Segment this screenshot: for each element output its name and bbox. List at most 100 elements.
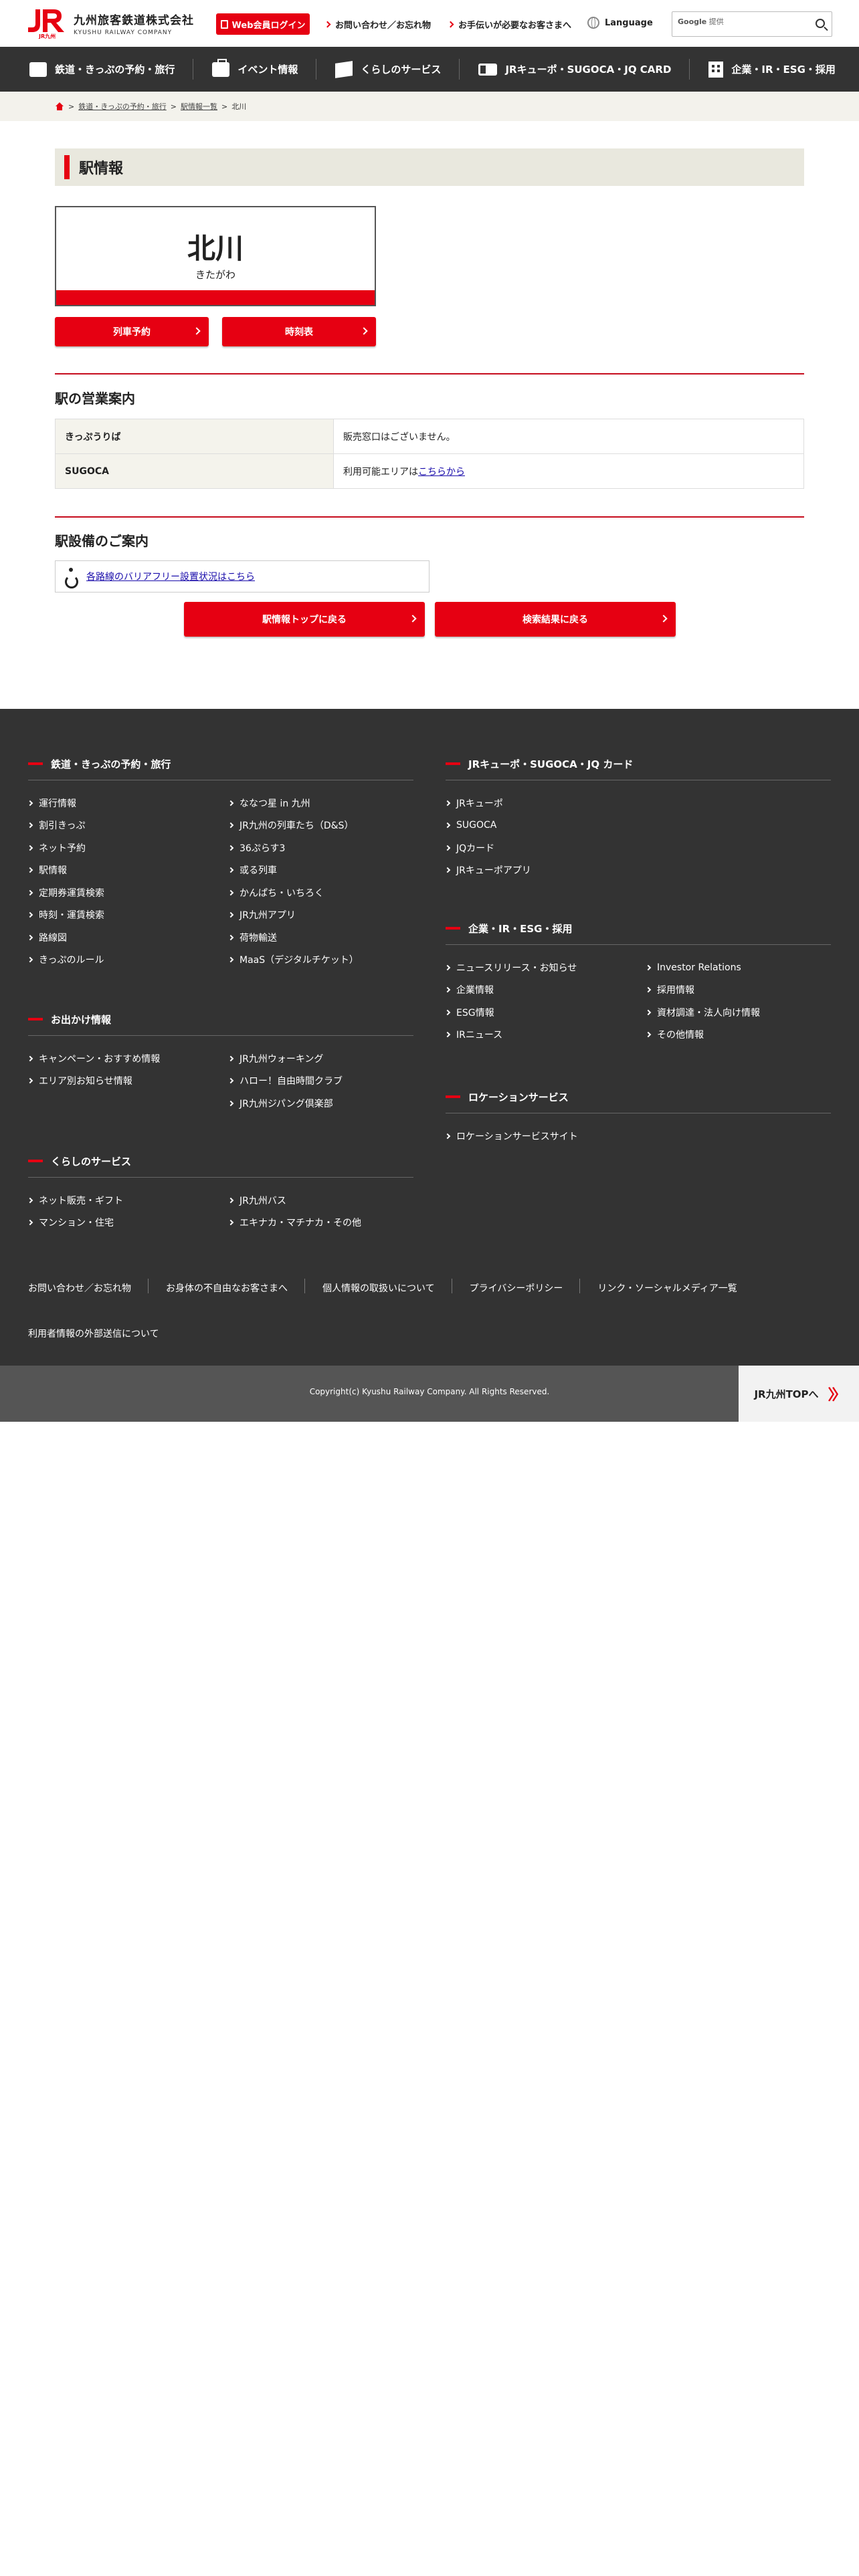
chevron-right-icon bbox=[409, 615, 417, 623]
footer-link[interactable]: JRキューポ bbox=[444, 792, 531, 815]
logo-company-name-en: KYUSHU RAILWAY COMPANY bbox=[74, 29, 173, 36]
footer-link[interactable]: 路線図 bbox=[27, 926, 104, 949]
footer-link[interactable]: かんぱち・いちろく bbox=[227, 881, 359, 904]
search-icon[interactable] bbox=[816, 19, 825, 28]
footer-link[interactable]: 採用情報 bbox=[645, 979, 760, 1002]
footer-link[interactable]: JR九州バス bbox=[227, 1189, 361, 1212]
nav-label: 企業・IR・ESG・採用 bbox=[731, 64, 836, 76]
footer-link[interactable]: ロケーションサービスサイト bbox=[444, 1125, 578, 1148]
sugoca-area-link[interactable]: こちらから bbox=[418, 467, 465, 477]
footer-link[interactable]: 割引きっぷ bbox=[27, 815, 104, 837]
footer-link-label: ESG情報 bbox=[456, 1007, 494, 1018]
search-input[interactable]: Google 提供 bbox=[678, 16, 724, 27]
nav-events[interactable]: イベント情報 bbox=[193, 47, 317, 92]
footer-bottom-link[interactable]: プライバシーポリシー bbox=[452, 1279, 581, 1295]
footer-link-label: 運行情報 bbox=[39, 798, 76, 809]
footer-link[interactable]: 運行情報 bbox=[27, 792, 104, 815]
breadcrumb: > 鉄道・きっぷの予約・旅行 > 駅情報一覧 > 北川 bbox=[0, 92, 859, 121]
footer-link[interactable]: JR九州ウォーキング bbox=[227, 1047, 343, 1070]
crumb-separator: > bbox=[68, 102, 75, 111]
assistance-link[interactable]: お手伝いが必要なお客さまへ bbox=[447, 18, 571, 31]
train-reservation-button[interactable]: 列車予約 bbox=[55, 317, 209, 346]
nav-living-services[interactable]: くらしのサービス bbox=[316, 47, 460, 92]
footer-link[interactable]: 時刻・運賃検索 bbox=[27, 904, 104, 927]
web-member-login-button[interactable]: Web会員ログイン bbox=[216, 13, 310, 35]
nav-rail-travel[interactable]: 鉄道・きっぷの予約・旅行 bbox=[11, 47, 194, 92]
footer-link[interactable]: SUGOCA bbox=[444, 815, 531, 837]
chevron-right-icon bbox=[444, 823, 451, 829]
footer-external-transmission-link[interactable]: 利用者情報の外部送信について bbox=[28, 1327, 159, 1340]
footer-link[interactable]: MaaS（デジタルチケット） bbox=[227, 949, 359, 972]
footer-link[interactable]: 或る列車 bbox=[227, 859, 359, 882]
footer-link[interactable]: JRキューポアプリ bbox=[444, 859, 531, 882]
footer-link[interactable]: ななつ星 in 九州 bbox=[227, 792, 359, 815]
footer-link[interactable]: Investor Relations bbox=[645, 956, 760, 979]
login-label: Web会員ログイン bbox=[231, 20, 306, 31]
station-name-board: 北川 きたがわ bbox=[55, 206, 376, 306]
station-board-stripe bbox=[56, 290, 375, 305]
footer-link[interactable]: マンション・住宅 bbox=[27, 1212, 123, 1235]
back-to-station-top-button[interactable]: 駅情報トップに戻る bbox=[184, 602, 425, 637]
footer-link[interactable]: JR九州ジパング倶楽部 bbox=[227, 1092, 343, 1115]
footer-bottom-links: お問い合わせ／お忘れ物 お身体の不自由なお客さまへ 個人情報の取扱いについて プ… bbox=[28, 1279, 755, 1295]
footer-link[interactable]: エキナカ・マチナカ・その他 bbox=[227, 1212, 361, 1235]
footer-bottom-link[interactable]: 個人情報の取扱いについて bbox=[305, 1279, 452, 1295]
footer-bottom-link[interactable]: お身体の不自由なお客さまへ bbox=[149, 1279, 305, 1295]
language-selector[interactable]: Language bbox=[587, 17, 653, 29]
footer-link[interactable]: JR九州の列車たち（D&S） bbox=[227, 815, 359, 837]
footer-link[interactable]: ネット販売・ギフト bbox=[27, 1189, 123, 1212]
chevron-right-icon bbox=[27, 800, 33, 806]
section-dash bbox=[446, 1095, 460, 1098]
footer-section-title: 企業・IR・ESG・採用 bbox=[468, 922, 573, 935]
footer-link[interactable]: キャンペーン・おすすめ情報 bbox=[27, 1047, 160, 1070]
chevron-right-icon bbox=[27, 889, 33, 895]
footer-link[interactable]: エリア別お知らせ情報 bbox=[27, 1070, 160, 1093]
section-dash bbox=[28, 1160, 43, 1162]
jr-kyushu-top-button[interactable]: JR九州TOPへ 〉〉 bbox=[739, 1366, 859, 1422]
chevron-right-icon bbox=[444, 987, 451, 993]
footer-link[interactable]: 資材調達・法人向け情報 bbox=[645, 1001, 760, 1024]
footer-rail-list-1: 運行情報 割引きっぷ ネット予約 駅情報 定期券運賃検索 時刻・運賃検索 路線図… bbox=[27, 792, 104, 972]
footer-link[interactable]: 荷物輸送 bbox=[227, 926, 359, 949]
footer-link[interactable]: ネット予約 bbox=[27, 837, 104, 859]
chevron-right-icon bbox=[27, 957, 33, 963]
contact-link[interactable]: お問い合わせ／お忘れ物 bbox=[324, 18, 432, 31]
footer-link-label: Investor Relations bbox=[657, 962, 741, 973]
footer-link-label: 採用情報 bbox=[657, 985, 694, 996]
crumb-station-list[interactable]: 駅情報一覧 bbox=[181, 101, 217, 112]
footer-link[interactable]: 企業情報 bbox=[444, 979, 577, 1002]
footer-bottom-link[interactable]: リンク・ソーシャルメディア一覧 bbox=[580, 1281, 754, 1295]
crumb-rail-travel[interactable]: 鉄道・きっぷの予約・旅行 bbox=[78, 101, 167, 112]
contact-label: お問い合わせ／お忘れ物 bbox=[335, 21, 432, 31]
footer-section-title: ロケーションサービス bbox=[468, 1091, 569, 1103]
footer-link-label: ニュースリリース・お知らせ bbox=[456, 962, 577, 974]
footer-link[interactable]: JQカード bbox=[444, 837, 531, 859]
footer-link[interactable]: ハロー！自由時間クラブ bbox=[227, 1070, 343, 1093]
site-header: JR九州 九州旅客鉄道株式会社 KYUSHU RAILWAY COMPANY W… bbox=[0, 0, 859, 47]
footer-link[interactable]: ニュースリリース・お知らせ bbox=[444, 956, 577, 979]
nav-corporate[interactable]: 企業・IR・ESG・採用 bbox=[690, 47, 854, 92]
footer-link[interactable]: 駅情報 bbox=[27, 859, 104, 882]
nav-label: 鉄道・きっぷの予約・旅行 bbox=[55, 64, 175, 76]
footer-link[interactable]: ESG情報 bbox=[444, 1001, 577, 1024]
footer-living-list-2: JR九州バス エキナカ・マチナカ・その他 bbox=[227, 1189, 361, 1235]
home-icon[interactable] bbox=[55, 102, 64, 110]
chevron-right-icon bbox=[444, 1133, 451, 1139]
footer-link[interactable]: きっぷのルール bbox=[27, 949, 104, 972]
footer-link[interactable]: 定期券運賃検索 bbox=[27, 881, 104, 904]
timetable-button[interactable]: 時刻表 bbox=[222, 317, 376, 346]
footer-link[interactable]: IRニュース bbox=[444, 1024, 577, 1047]
footer-link[interactable]: JR九州アプリ bbox=[227, 904, 359, 927]
footer-link[interactable]: 36ぷらす3 bbox=[227, 837, 359, 859]
footer-link[interactable]: その他情報 bbox=[645, 1024, 760, 1047]
barrier-free-link[interactable]: 各路線のバリアフリー設置状況はこちら bbox=[86, 570, 255, 583]
site-footer: 鉄道・きっぷの予約・旅行 運行情報 割引きっぷ ネット予約 駅情報 定期券運賃検… bbox=[0, 709, 859, 1366]
back-to-results-button[interactable]: 検索結果に戻る bbox=[435, 602, 676, 637]
chevron-right-icon bbox=[227, 934, 234, 940]
jr-kyushu-logo[interactable]: JR九州 九州旅客鉄道株式会社 KYUSHU RAILWAY COMPANY bbox=[27, 7, 194, 40]
nav-cards[interactable]: JRキューポ・SUGOCA・JQ CARD bbox=[460, 47, 690, 92]
section-divider bbox=[55, 516, 804, 518]
chevron-right-icon bbox=[645, 1009, 652, 1015]
footer-bottom-link[interactable]: お問い合わせ／お忘れ物 bbox=[28, 1279, 149, 1295]
chevron-right-icon bbox=[227, 889, 234, 895]
